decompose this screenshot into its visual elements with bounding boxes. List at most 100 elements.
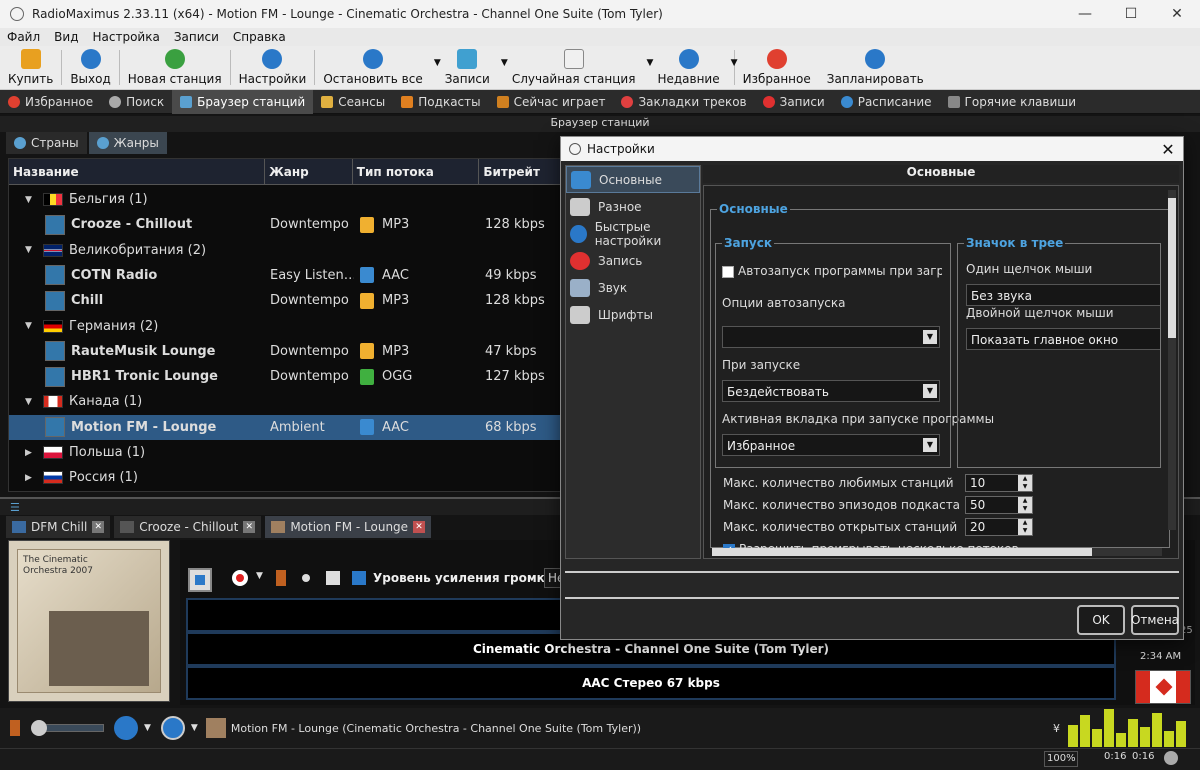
max-fav-spinner[interactable]: 10 ▲ ▼ bbox=[965, 474, 1033, 492]
chevron-down-icon[interactable]: ▼ bbox=[144, 723, 151, 733]
recent-button[interactable]: Недавние ▼ bbox=[649, 46, 738, 89]
schedule-button[interactable]: Запланировать bbox=[819, 46, 932, 89]
column-stream-type[interactable]: Тип потока bbox=[353, 159, 480, 184]
autostart-checkbox[interactable]: Автозапуск программы при загрузке си bbox=[722, 264, 942, 278]
audio-icon[interactable] bbox=[276, 570, 286, 586]
chevron-down-icon[interactable]: ▼ bbox=[923, 330, 937, 344]
chevron-double-down-icon[interactable]: ¥ bbox=[1053, 722, 1060, 735]
station-row[interactable]: Crooze - Chillout Downtempo MP3 128 kbps bbox=[9, 212, 569, 237]
menu-file[interactable]: Файл bbox=[0, 30, 47, 44]
tab-search[interactable]: Поиск bbox=[101, 90, 172, 114]
station-row[interactable]: RauteMusik Lounge Downtempo MP3 47 kbps bbox=[9, 339, 569, 364]
player-tab[interactable]: DFM Chill ✕ bbox=[6, 516, 111, 538]
spinner-arrows-icon[interactable]: ▲ ▼ bbox=[1018, 497, 1032, 513]
column-bitrate[interactable]: Битрейт bbox=[479, 159, 567, 184]
exit-button[interactable]: Выход bbox=[62, 46, 118, 89]
back-icon[interactable] bbox=[326, 571, 340, 585]
expand-icon[interactable]: ▶ bbox=[25, 448, 37, 458]
menu-settings[interactable]: Настройка bbox=[85, 30, 166, 44]
player-tab[interactable]: Crooze - Chillout ✕ bbox=[114, 516, 262, 538]
column-name[interactable]: Название bbox=[9, 159, 266, 184]
autostart-options-select[interactable]: ▼ bbox=[722, 326, 940, 348]
expand-icon[interactable]: ▼ bbox=[25, 195, 37, 205]
stop-all-button[interactable]: Остановить все ▼ bbox=[315, 46, 441, 89]
active-tab-select[interactable]: Избранное ▼ bbox=[722, 434, 940, 456]
on-start-select[interactable]: Бездействовать ▼ bbox=[722, 380, 940, 402]
close-tab-icon[interactable]: ✕ bbox=[413, 521, 426, 533]
spinner-arrows-icon[interactable]: ▲ ▼ bbox=[1018, 475, 1032, 491]
recordings-button[interactable]: Записи ▼ bbox=[437, 46, 508, 89]
checkbox-icon[interactable] bbox=[722, 265, 734, 278]
tab-podcasts[interactable]: Подкасты bbox=[393, 90, 488, 114]
spinner-arrows-icon[interactable]: ▲ ▼ bbox=[1018, 519, 1032, 535]
nav-quick-settings[interactable]: Быстрые настройки bbox=[566, 220, 700, 248]
station-row[interactable]: COTN Radio Easy Listen… AAC 49 kbps bbox=[9, 263, 569, 288]
chevron-down-icon[interactable]: ▼ bbox=[923, 438, 937, 452]
menu-help[interactable]: Справка bbox=[226, 30, 293, 44]
country-row[interactable]: ▶ Польша (1) bbox=[9, 440, 569, 465]
tab-schedule[interactable]: Расписание bbox=[833, 90, 940, 114]
tab-favorites[interactable]: Избранное bbox=[0, 90, 101, 114]
favorites-button[interactable]: Избранное bbox=[735, 46, 819, 89]
column-genre[interactable]: Жанр bbox=[265, 159, 353, 184]
station-row[interactable]: Motion FM - Lounge Ambient AAC 68 kbps bbox=[9, 414, 569, 440]
chevron-down-icon[interactable]: ▼ bbox=[256, 571, 263, 581]
country-row[interactable]: ▼ Великобритания (2) bbox=[9, 238, 569, 263]
tab-station-browser[interactable]: Браузер станций bbox=[172, 89, 314, 114]
station-row[interactable]: Chill Downtempo MP3 128 kbps bbox=[9, 288, 569, 313]
menu-icon[interactable]: ☰ bbox=[10, 501, 20, 514]
close-tab-icon[interactable]: ✕ bbox=[243, 521, 256, 533]
panel-scrollbar-vertical[interactable] bbox=[1168, 190, 1176, 530]
new-station-button[interactable]: Новая станция bbox=[120, 46, 230, 89]
tab-hotkeys[interactable]: Горячие клавиши bbox=[940, 90, 1085, 114]
menu-recordings[interactable]: Записи bbox=[167, 30, 226, 44]
stop-button[interactable] bbox=[188, 568, 212, 592]
nav-fonts[interactable]: Шрифты bbox=[566, 301, 700, 328]
buy-button[interactable]: Купить bbox=[0, 46, 61, 89]
expand-icon[interactable]: ▼ bbox=[25, 321, 37, 331]
timer-icon[interactable] bbox=[1164, 751, 1178, 765]
nav-recording[interactable]: Запись bbox=[566, 247, 700, 274]
close-tab-icon[interactable]: ✕ bbox=[92, 521, 105, 533]
expand-icon[interactable]: ▼ bbox=[25, 245, 37, 255]
country-row[interactable]: ▶ Россия (1) bbox=[9, 465, 569, 490]
cancel-button[interactable]: Отмена bbox=[1131, 605, 1179, 635]
audio-icon[interactable] bbox=[10, 720, 20, 736]
panel-scrollbar-horizontal[interactable] bbox=[712, 548, 1162, 556]
random-station-button[interactable]: Случайная станция ▼ bbox=[504, 46, 653, 89]
nav-sound[interactable]: Звук bbox=[566, 274, 700, 301]
subtab-countries[interactable]: Страны bbox=[6, 132, 87, 154]
country-row[interactable]: ▼ Канада (1) bbox=[9, 389, 569, 414]
dialog-close-button[interactable]: ✕ bbox=[1153, 140, 1183, 159]
max-podcast-spinner[interactable]: 50 ▲ ▼ bbox=[965, 496, 1033, 514]
double-click-select[interactable]: Показать главное окно bbox=[966, 328, 1160, 350]
nav-misc[interactable]: Разное bbox=[566, 193, 700, 220]
close-button[interactable]: ✕ bbox=[1154, 0, 1200, 28]
maximize-button[interactable]: ☐ bbox=[1108, 0, 1154, 28]
record-button[interactable] bbox=[232, 570, 248, 586]
tab-track-bookmarks[interactable]: Закладки треков bbox=[613, 90, 754, 114]
tab-now-playing[interactable]: Сейчас играет bbox=[489, 90, 614, 114]
dot-icon[interactable] bbox=[302, 574, 310, 582]
volume-icon[interactable] bbox=[114, 716, 138, 740]
station-row[interactable]: HBR1 Tronic Lounge Downtempo OGG 127 kbps bbox=[9, 364, 569, 389]
menu-view[interactable]: Вид bbox=[47, 30, 85, 44]
country-row[interactable]: ▼ Бельгия (1) bbox=[9, 187, 569, 212]
expand-icon[interactable]: ▶ bbox=[25, 473, 37, 483]
max-open-spinner[interactable]: 20 ▲ ▼ bbox=[965, 518, 1033, 536]
volume-slider[interactable] bbox=[31, 720, 104, 736]
nav-general[interactable]: Основные bbox=[566, 166, 700, 193]
expand-icon[interactable]: ▼ bbox=[25, 397, 37, 407]
player-tab-active[interactable]: Motion FM - Lounge ✕ bbox=[265, 516, 432, 538]
subtab-genres[interactable]: Жанры bbox=[88, 132, 167, 154]
settings-button[interactable]: Настройки bbox=[231, 46, 315, 89]
ok-button[interactable]: OK bbox=[1077, 605, 1125, 635]
chevron-down-icon[interactable]: ▼ bbox=[191, 723, 198, 733]
single-click-select[interactable]: Без звука bbox=[966, 284, 1160, 306]
stop-icon[interactable] bbox=[160, 716, 185, 740]
chevron-down-icon[interactable]: ▼ bbox=[923, 384, 937, 398]
forward-icon[interactable] bbox=[352, 571, 366, 585]
tab-recordings[interactable]: Записи bbox=[755, 90, 833, 114]
country-row[interactable]: ▼ Германия (2) bbox=[9, 314, 569, 339]
tab-sessions[interactable]: Сеансы bbox=[313, 90, 393, 114]
